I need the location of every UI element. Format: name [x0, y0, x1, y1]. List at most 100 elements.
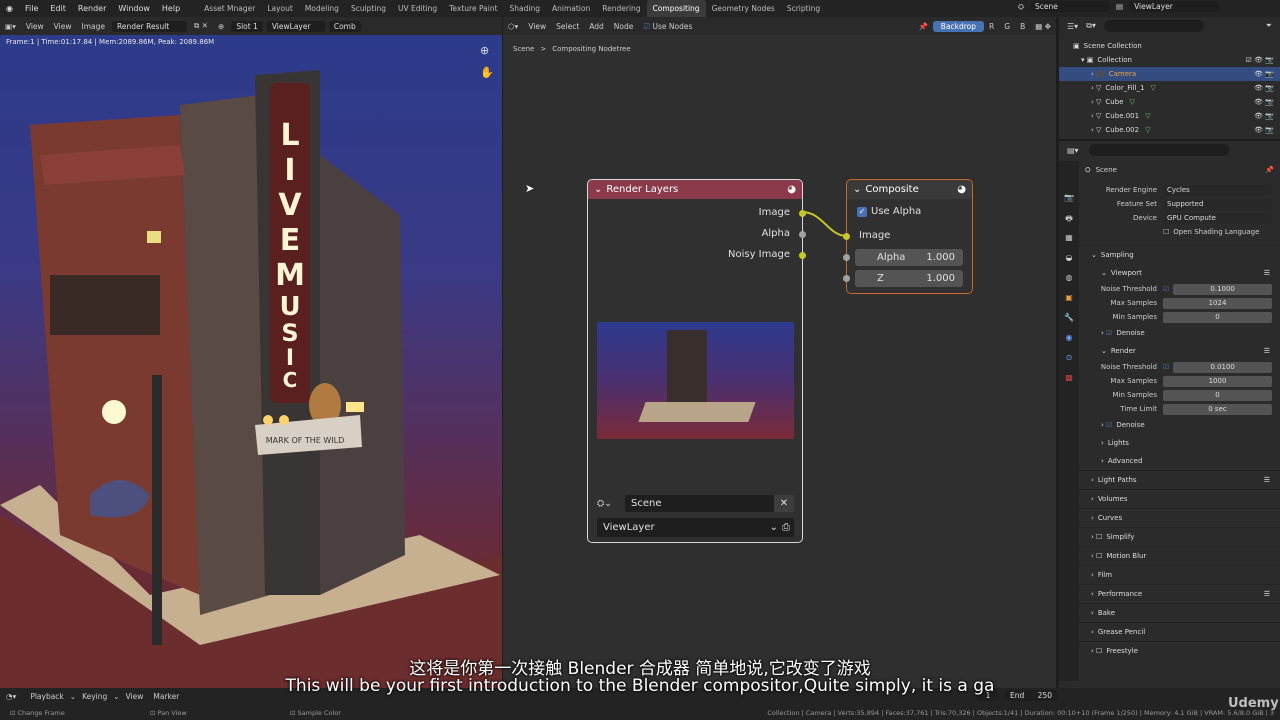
- menu-node[interactable]: Node: [609, 22, 639, 31]
- outliner-row[interactable]: ▣ Scene Collection: [1059, 39, 1280, 53]
- scene-field[interactable]: Scene: [625, 495, 774, 512]
- workspace-tab[interactable]: Asset Mnager: [198, 0, 261, 17]
- scene-tab-icon[interactable]: ◒: [1059, 253, 1079, 273]
- simplify-panel[interactable]: › ☐ Simplify: [1079, 527, 1280, 546]
- performance-panel[interactable]: › Performance ☰: [1079, 584, 1280, 603]
- input-z-socket[interactable]: [843, 275, 850, 282]
- constraint-tab-icon[interactable]: ⊙: [1059, 353, 1079, 373]
- clear-scene-icon[interactable]: ✕: [774, 495, 794, 512]
- r-max-field[interactable]: 1000: [1163, 375, 1272, 387]
- outliner-row[interactable]: › ▽ Cube ▽ 👁 📷: [1059, 95, 1280, 109]
- channel-g[interactable]: G: [999, 22, 1015, 31]
- pin-icon[interactable]: ⊕: [213, 22, 229, 31]
- output-alpha-socket[interactable]: [799, 231, 806, 238]
- menu-image[interactable]: Image: [76, 22, 110, 31]
- world-tab-icon[interactable]: ◍: [1059, 273, 1079, 293]
- texture-tab-icon[interactable]: ▩: [1059, 373, 1079, 393]
- node-preview-icon[interactable]: ◕: [957, 184, 966, 195]
- lights-subpanel[interactable]: › Lights: [1079, 434, 1280, 452]
- output-image-socket[interactable]: [799, 210, 806, 217]
- vp-min-field[interactable]: 0: [1163, 311, 1272, 323]
- pin-icon[interactable]: 📌: [913, 22, 932, 31]
- composite-node[interactable]: ⌄ Composite ◕ ✓ Use Alpha Image Alpha 1.0…: [843, 179, 973, 294]
- curves-panel[interactable]: › Curves: [1079, 508, 1280, 527]
- render-tab-icon[interactable]: 📷: [1059, 193, 1079, 213]
- menu-add[interactable]: Add: [584, 22, 609, 31]
- workspace-tab[interactable]: Scripting: [781, 0, 826, 17]
- feature-set-select[interactable]: Supported: [1163, 198, 1272, 210]
- workspace-tab[interactable]: Animation: [546, 0, 596, 17]
- workspace-tab[interactable]: Geometry Nodes: [706, 0, 781, 17]
- menu-window[interactable]: Window: [112, 4, 156, 13]
- r-noise-field[interactable]: 0.0100: [1173, 361, 1272, 373]
- properties-search-input[interactable]: [1088, 144, 1229, 156]
- image-tools-icon[interactable]: ⧉ ✕: [189, 21, 213, 31]
- vp-noise-field[interactable]: 0.1000: [1173, 283, 1272, 295]
- outliner-row-camera[interactable]: › 🎥 Camera 👁 📷: [1059, 67, 1280, 81]
- alpha-input-field[interactable]: Alpha 1.000: [855, 249, 963, 266]
- slot-selector[interactable]: Slot 1: [231, 20, 263, 32]
- physics-tab-icon[interactable]: ◉: [1059, 333, 1079, 353]
- z-input-field[interactable]: Z 1.000: [855, 270, 963, 287]
- scene-icon[interactable]: ⛭⌄: [597, 499, 625, 509]
- menu-view-2[interactable]: View: [49, 22, 77, 31]
- output-noisy-image-socket[interactable]: [799, 252, 806, 259]
- properties-icon[interactable]: ▤▾: [1067, 146, 1079, 155]
- vp-max-field[interactable]: 1024: [1163, 297, 1272, 309]
- channel-b[interactable]: B: [1015, 22, 1030, 31]
- render-layers-node[interactable]: ⌄ Render Layers ◕ Image Alpha Noisy Imag…: [587, 179, 806, 543]
- input-image-socket[interactable]: [843, 233, 850, 240]
- workspace-tab[interactable]: Shading: [504, 0, 546, 17]
- workspace-tab[interactable]: UV Editing: [392, 0, 443, 17]
- editor-type-icon[interactable]: ⬡▾: [503, 22, 523, 31]
- sampling-panel[interactable]: ⌄ Sampling: [1079, 245, 1280, 264]
- light-paths-panel[interactable]: › Light Paths ☰: [1079, 470, 1280, 489]
- workspace-tab[interactable]: Rendering: [596, 0, 646, 17]
- outliner-row[interactable]: › ▽ Cube.002 ▽ 👁 📷: [1059, 123, 1280, 137]
- modifier-tab-icon[interactable]: 🔧: [1059, 313, 1079, 333]
- osl-checkbox[interactable]: ☐ Open Shading Language: [1079, 225, 1280, 239]
- backdrop-toggle[interactable]: Backdrop: [932, 20, 985, 32]
- denoise-subpanel[interactable]: › ☑ Denoise: [1079, 324, 1280, 342]
- use-nodes-checkbox[interactable]: ☑ Use Nodes: [638, 22, 697, 31]
- film-panel[interactable]: › Film: [1079, 565, 1280, 584]
- workspace-tab[interactable]: Modeling: [299, 0, 345, 17]
- composite-header[interactable]: ⌄ Composite ◕: [847, 180, 972, 199]
- viewport-subpanel[interactable]: ⌄ Viewport ☰: [1079, 264, 1280, 282]
- menu-view[interactable]: View: [21, 22, 49, 31]
- outliner-row[interactable]: › ▽ Color_Fill_1 ▽ 👁 📷: [1059, 81, 1280, 95]
- motion-blur-panel[interactable]: › ☐ Motion Blur: [1079, 546, 1280, 565]
- editor-type-icon[interactable]: ▣▾: [0, 22, 21, 31]
- r-min-field[interactable]: 0: [1163, 389, 1272, 401]
- workspace-tab[interactable]: Sculpting: [345, 0, 392, 17]
- outliner-row[interactable]: ▾ ▣ Collection ☑ 👁 📷: [1059, 53, 1280, 67]
- use-alpha-checkbox[interactable]: ✓ Use Alpha: [857, 206, 921, 217]
- outliner-row[interactable]: › ▽ Cube.001 ▽ 👁 📷: [1059, 109, 1280, 123]
- render-layers-header[interactable]: ⌄ Render Layers ◕: [588, 180, 802, 199]
- render-engine-select[interactable]: Cycles: [1163, 184, 1272, 196]
- filter-icon[interactable]: ⧉▾: [1086, 21, 1096, 31]
- volumes-panel[interactable]: › Volumes: [1079, 489, 1280, 508]
- input-alpha-socket[interactable]: [843, 254, 850, 261]
- view-layer-tab-icon[interactable]: ▦: [1059, 233, 1079, 253]
- channel-r[interactable]: R: [984, 22, 999, 31]
- denoise-render-subpanel[interactable]: › ☑ Denoise: [1079, 416, 1280, 434]
- view-layer-field[interactable]: ViewLayer ⌄ ⎙: [597, 518, 794, 537]
- render-icon[interactable]: ⎙: [782, 522, 790, 533]
- grease-pencil-panel[interactable]: › Grease Pencil: [1079, 622, 1280, 641]
- menu-select[interactable]: Select: [551, 22, 584, 31]
- menu-edit[interactable]: Edit: [44, 4, 72, 13]
- workspace-tab[interactable]: Texture Paint: [443, 0, 503, 17]
- backdrop-tools-icon[interactable]: ▦ ✥: [1030, 22, 1056, 31]
- object-tab-icon[interactable]: ▣: [1059, 293, 1079, 313]
- layer-selector[interactable]: ViewLayer: [266, 20, 325, 32]
- zoom-icon[interactable]: ⊕: [480, 44, 489, 57]
- workspace-tab-compositing[interactable]: Compositing: [646, 0, 706, 17]
- node-preview-icon[interactable]: ◕: [787, 184, 796, 195]
- outliner-search-input[interactable]: [1103, 20, 1204, 32]
- render-subpanel[interactable]: ⌄ Render ☰: [1079, 342, 1280, 360]
- pass-selector[interactable]: Comb: [328, 20, 361, 32]
- menu-view[interactable]: View: [523, 22, 551, 31]
- funnel-icon[interactable]: ⏷: [1266, 21, 1272, 31]
- display-mode-icon[interactable]: ☰▾: [1067, 22, 1078, 31]
